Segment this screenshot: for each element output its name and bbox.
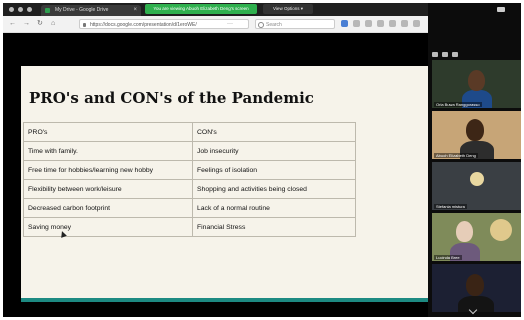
- participant-name: Lucinda Bree: [434, 255, 462, 260]
- screen-share-banner: You are viewing Abuoh Elizabeth Deng's s…: [145, 4, 257, 14]
- participant-face: [466, 119, 484, 141]
- screen-share-window: My Drive - Google Drive × You are viewin…: [3, 3, 521, 317]
- reload-button[interactable]: ↻: [37, 19, 43, 29]
- table-cell-pro: Time with family.: [23, 141, 193, 161]
- search-placeholder: Search: [266, 22, 282, 28]
- table-row: Saving money Financial Stress: [23, 217, 356, 237]
- table-cell-pro: Flexibility between work/leisure: [23, 179, 193, 199]
- table-row: Flexibility between work/leisure Shoppin…: [23, 179, 356, 199]
- extension-icon[interactable]: [389, 20, 396, 27]
- table-header-pros: PRO's: [23, 122, 193, 142]
- table-cell-con: Financial Stress: [192, 217, 356, 237]
- presentation-slide: PRO's and CON's of the Pandemic PRO's CO…: [21, 66, 428, 298]
- window-controls[interactable]: [9, 7, 32, 12]
- table-row: Free time for hobbies/learning new hobby…: [23, 160, 356, 180]
- slide-accent-bar: [21, 298, 428, 302]
- browser-tab[interactable]: My Drive - Google Drive ×: [41, 5, 141, 16]
- extension-icon[interactable]: [341, 20, 348, 27]
- library-icon[interactable]: [353, 20, 360, 27]
- participant-face: [456, 221, 473, 242]
- table-row: Decreased carbon footprint Lack of a nor…: [23, 198, 356, 218]
- panel-controls: [432, 52, 458, 57]
- gallery-view-icon[interactable]: [452, 52, 458, 57]
- speaker-view-icon[interactable]: [442, 52, 448, 57]
- video-tile[interactable]: [432, 264, 521, 312]
- tab-close-icon[interactable]: ×: [133, 5, 137, 16]
- search-input[interactable]: Search: [255, 19, 335, 29]
- pros-cons-table: PRO's CON's Time with family. Job insecu…: [23, 122, 356, 237]
- back-button[interactable]: ←: [9, 19, 16, 29]
- close-window-icon[interactable]: [9, 7, 14, 12]
- search-icon: [258, 22, 264, 28]
- google-drive-icon: [45, 8, 50, 13]
- table-cell-pro: Free time for hobbies/learning new hobby: [23, 160, 193, 180]
- slide-title: PRO's and CON's of the Pandemic: [29, 89, 314, 107]
- participant-face: [466, 274, 484, 296]
- presentation-background: [3, 33, 428, 66]
- participant-name: Orla Buwa Ranggorasso: [434, 102, 482, 107]
- table-cell-pro: Saving money: [23, 217, 193, 237]
- panel-menu-icon[interactable]: [497, 7, 505, 12]
- maximize-window-icon[interactable]: [27, 7, 32, 12]
- table-header-cons: CON's: [192, 122, 356, 142]
- lock-icon: [83, 23, 86, 27]
- sidebar-icon[interactable]: [365, 20, 372, 27]
- table-cell-pro: Decreased carbon footprint: [23, 198, 193, 218]
- table-cell-con: Job insecurity: [192, 141, 356, 161]
- participant-face: [468, 70, 485, 91]
- forward-button[interactable]: →: [23, 19, 30, 29]
- address-bar[interactable]: https://docs.google.com/presentation/d/1…: [79, 19, 249, 29]
- table-cell-con: Feelings of isolation: [192, 160, 356, 180]
- participants-panel: Orla Buwa Ranggorasso Abuoh Elizabeth De…: [428, 3, 521, 317]
- url-text: https://docs.google.com/presentation/d/1…: [90, 22, 197, 28]
- participant-name: Abuoh Elizabeth Deng: [434, 153, 478, 158]
- minimize-panel-icon[interactable]: [432, 52, 438, 57]
- video-tile[interactable]: Stefania mistura: [432, 162, 521, 210]
- browser-toolbar: ← → ↻ ⌂ https://docs.google.com/presenta…: [3, 16, 428, 33]
- table-row: Time with family. Job insecurity: [23, 141, 356, 161]
- participant-name: Stefania mistura: [434, 204, 467, 209]
- account-icon[interactable]: [377, 20, 384, 27]
- page-actions-icon[interactable]: ···: [227, 19, 233, 29]
- minimize-window-icon[interactable]: [18, 7, 23, 12]
- video-tile[interactable]: Abuoh Elizabeth Deng: [432, 111, 521, 159]
- home-button[interactable]: ⌂: [51, 19, 55, 29]
- browser-tab-bar: My Drive - Google Drive × You are viewin…: [3, 3, 428, 16]
- table-header-row: PRO's CON's: [23, 122, 356, 142]
- table-cell-con: Lack of a normal routine: [192, 198, 356, 218]
- extension-icons: [341, 20, 420, 27]
- tab-title: My Drive - Google Drive: [55, 7, 109, 13]
- screenshot-icon[interactable]: [401, 20, 408, 27]
- video-tile[interactable]: Lucinda Bree: [432, 213, 521, 261]
- video-tile[interactable]: Orla Buwa Ranggorasso: [432, 60, 521, 108]
- menu-icon[interactable]: [413, 20, 420, 27]
- flowers-icon: [490, 219, 512, 241]
- view-options-button[interactable]: View Options ▾: [263, 4, 313, 14]
- chandelier-icon: [470, 172, 484, 186]
- table-cell-con: Shopping and activities being closed: [192, 179, 356, 199]
